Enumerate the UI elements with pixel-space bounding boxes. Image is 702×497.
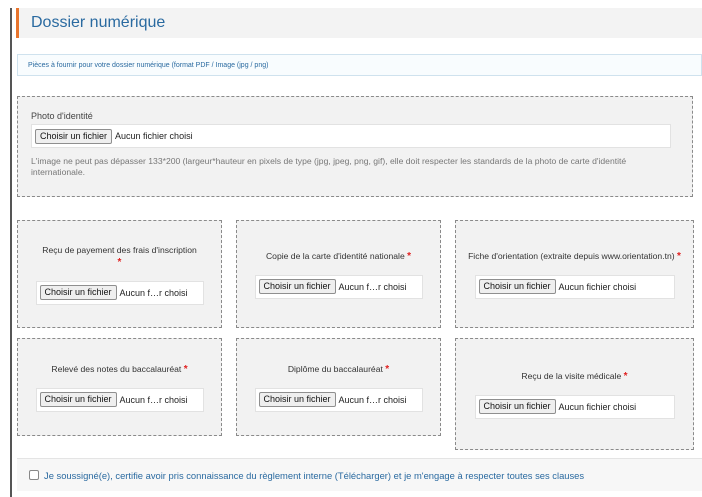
- info-text: Pièces à fournir pour votre dossier numé…: [28, 61, 269, 69]
- photo-label: Photo d'identité: [31, 111, 93, 121]
- photo-choose-file-button[interactable]: Choisir un fichier: [35, 128, 113, 144]
- required-mark: *: [385, 363, 390, 375]
- upload-zone-bac-transcript: Relevé des notes du baccalauréat * Chois…: [17, 338, 222, 436]
- required-mark: *: [117, 256, 122, 268]
- doc-label: Relevé des notes du baccalauréat *: [51, 363, 188, 375]
- file-status: Aucun f…r choisi: [119, 287, 188, 298]
- upload-zone-medical-receipt: Reçu de la visite médicale * Choisir un …: [455, 338, 694, 450]
- section-header: Dossier numérique: [16, 8, 702, 38]
- file-status: Aucun fichier choisi: [558, 401, 637, 412]
- choose-file-button[interactable]: Choisir un fichier: [258, 279, 336, 294]
- terms-row: Je soussigné(e), certifie avoir pris con…: [17, 458, 702, 491]
- choose-file-button[interactable]: Choisir un fichier: [478, 399, 556, 414]
- orientation-file-input[interactable]: Choisir un fichier Aucun fichier choisi: [474, 274, 675, 299]
- file-status: Aucun f…r choisi: [338, 281, 407, 292]
- file-status: Aucun fichier choisi: [558, 281, 637, 292]
- terms-checkbox[interactable]: [29, 470, 39, 480]
- upload-zone-payment-receipt: Reçu de payement des frais d'inscription…: [17, 220, 222, 328]
- doc-label: Reçu de payement des frais d'inscription…: [42, 244, 197, 268]
- doc-label: Reçu de la visite médicale *: [521, 370, 628, 382]
- required-mark: *: [183, 363, 188, 375]
- choose-file-button[interactable]: Choisir un fichier: [39, 285, 117, 300]
- terms-text[interactable]: Je soussigné(e), certifie avoir pris con…: [44, 470, 584, 481]
- required-mark: *: [677, 250, 681, 262]
- doc-label: Copie de la carte d'identité nationale *: [265, 250, 412, 262]
- choose-file-button[interactable]: Choisir un fichier: [258, 392, 336, 407]
- payment-receipt-file-input[interactable]: Choisir un fichier Aucun f…r choisi: [35, 280, 204, 305]
- page-title: Dossier numérique: [31, 14, 166, 31]
- photo-note: L'image ne peut pas dépasser 133*200 (la…: [31, 156, 627, 177]
- required-mark: *: [407, 250, 412, 262]
- doc-label: Fiche d'orientation (extraite depuis www…: [468, 250, 681, 262]
- photo-upload-zone: Photo d'identité Choisir un fichier Aucu…: [17, 96, 693, 197]
- info-box: Pièces à fournir pour votre dossier numé…: [17, 54, 702, 76]
- upload-zone-id-card-copy: Copie de la carte d'identité nationale *…: [236, 220, 441, 328]
- left-border: [10, 8, 12, 497]
- doc-label: Diplôme du baccalauréat *: [287, 363, 390, 375]
- file-status: Aucun f…r choisi: [338, 394, 407, 405]
- required-mark: *: [623, 370, 628, 382]
- photo-file-input[interactable]: Choisir un fichier Aucun fichier choisi: [31, 124, 671, 148]
- upload-zone-bac-diploma: Diplôme du baccalauréat * Choisir un fic…: [236, 338, 441, 436]
- bac-diploma-file-input[interactable]: Choisir un fichier Aucun f…r choisi: [254, 387, 423, 412]
- medical-receipt-file-input[interactable]: Choisir un fichier Aucun fichier choisi: [474, 394, 675, 419]
- photo-file-status: Aucun fichier choisi: [115, 131, 193, 141]
- choose-file-button[interactable]: Choisir un fichier: [478, 279, 556, 294]
- bac-transcript-file-input[interactable]: Choisir un fichier Aucun f…r choisi: [35, 387, 204, 412]
- file-status: Aucun f…r choisi: [119, 394, 188, 405]
- id-card-file-input[interactable]: Choisir un fichier Aucun f…r choisi: [254, 274, 423, 299]
- upload-zone-orientation-sheet: Fiche d'orientation (extraite depuis www…: [455, 220, 694, 328]
- choose-file-button[interactable]: Choisir un fichier: [39, 392, 117, 407]
